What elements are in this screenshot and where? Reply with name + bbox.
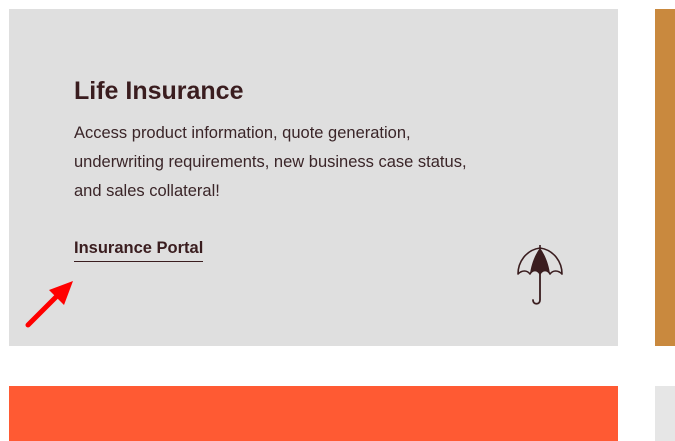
bottom-right-card-edge <box>655 386 675 441</box>
red-arrow-icon <box>25 281 73 328</box>
umbrella-icon <box>517 245 563 305</box>
insurance-portal-link[interactable]: Insurance Portal <box>74 239 204 262</box>
card-description: Access product information, quote genera… <box>74 124 467 200</box>
next-card-header <box>9 386 618 441</box>
life-insurance-card: Life Insurance Access product informatio… <box>9 9 618 346</box>
card-title: Life Insurance <box>74 77 244 105</box>
right-card-edge <box>655 9 675 346</box>
